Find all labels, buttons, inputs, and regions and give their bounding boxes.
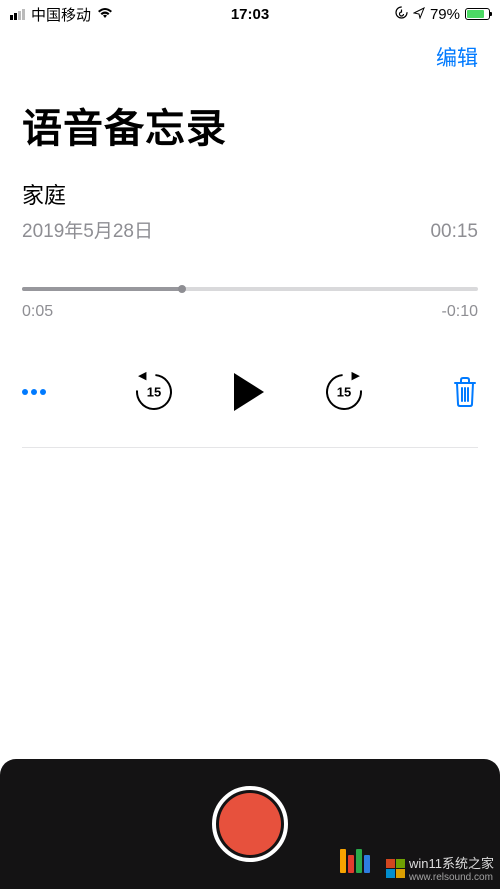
location-icon (413, 6, 425, 23)
playback-scrubber[interactable]: 0:05 -0:10 (22, 287, 478, 321)
elapsed-time: 0:05 (22, 303, 53, 321)
edit-button[interactable]: 编辑 (436, 42, 478, 72)
record-dock: win11系统之家 www.relsound.com (0, 759, 500, 889)
recording-item: 家庭 2019年5月28日 00:15 0:05 -0:10 (0, 178, 500, 321)
divider (22, 447, 478, 448)
recording-name[interactable]: 家庭 (22, 178, 66, 210)
page-title: 语音备忘录 (0, 82, 500, 178)
playback-controls: ◀ 15 ▶ 15 (0, 371, 500, 413)
carrier-label: 中国移动 (31, 4, 91, 25)
nav-bar: 编辑 (0, 28, 500, 82)
delete-button[interactable] (452, 377, 478, 407)
play-icon (230, 371, 268, 413)
watermark-text: win11系统之家 www.relsound.com (386, 853, 494, 883)
record-button[interactable] (212, 786, 288, 862)
play-button[interactable] (230, 371, 268, 413)
skip-back-button[interactable]: ◀ 15 (136, 374, 172, 410)
scrubber-knob[interactable] (178, 285, 186, 293)
skip-back-icon: ◀ 15 (136, 374, 172, 410)
battery-pct: 79% (430, 6, 460, 23)
wifi-icon (97, 6, 113, 23)
skip-forward-button[interactable]: ▶ 15 (326, 374, 362, 410)
status-left: 中国移动 (10, 4, 113, 25)
signal-icon (10, 9, 25, 20)
windows-icon (386, 859, 405, 878)
more-button[interactable] (22, 389, 46, 395)
lock-icon (395, 6, 408, 23)
scrubber-track[interactable] (22, 287, 478, 291)
recording-duration: 00:15 (430, 221, 478, 243)
status-bar: 中国移动 17:03 79% (0, 0, 500, 28)
status-right: 79% (395, 6, 490, 23)
trash-icon (452, 377, 478, 407)
battery-icon (465, 8, 490, 20)
status-time: 17:03 (231, 6, 269, 23)
recording-date: 2019年5月28日 (22, 216, 153, 243)
record-icon (219, 793, 281, 855)
watermark-logo (340, 849, 370, 873)
more-icon (22, 389, 46, 395)
skip-forward-icon: ▶ 15 (326, 374, 362, 410)
remaining-time: -0:10 (442, 303, 478, 321)
